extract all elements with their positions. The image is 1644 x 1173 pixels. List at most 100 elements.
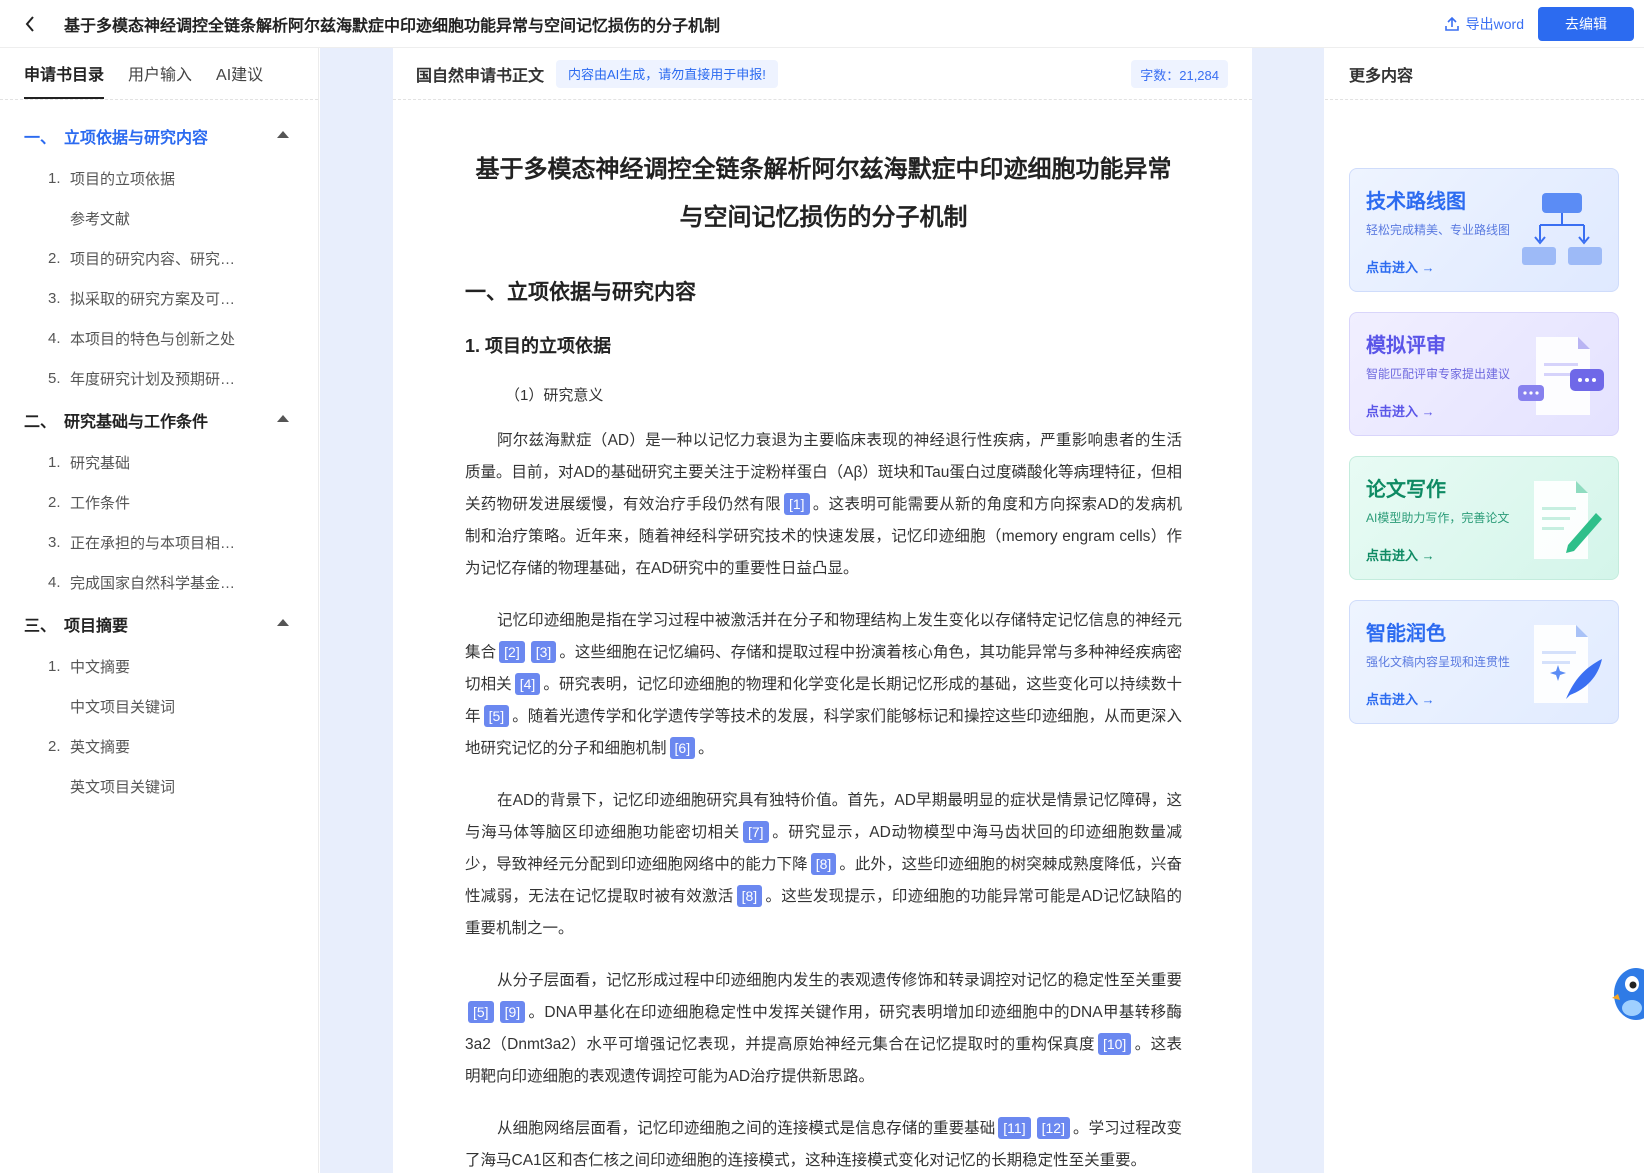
tab-ai-suggestions[interactable]: AI建议 (216, 61, 263, 99)
word-count-badge: 字数：21,284 (1131, 60, 1228, 88)
toc-item-label: 工作条件 (70, 494, 131, 512)
citation-badge[interactable]: [8] (736, 885, 763, 907)
toc-item[interactable]: 4. 本项目的特色与创新之处 (0, 318, 318, 358)
collapse-caret-icon[interactable] (277, 415, 289, 422)
paper-body: 基于多模态神经调控全链条解析阿尔兹海默症中印迹细胞功能异常 与空间记忆损伤的分子… (393, 146, 1252, 1173)
toc-item-label: 拟采取的研究方案及可… (70, 290, 236, 308)
tab-outline[interactable]: 申请书目录 (24, 61, 105, 99)
sidebar-tabs: 申请书目录 用户输入 AI建议 (0, 48, 318, 100)
toc-item[interactable]: 2. 英文摘要 (0, 726, 318, 766)
toc-item-number: 4. (48, 329, 61, 347)
card-description: 强化文稿内容呈现和连贯性 (1366, 655, 1511, 669)
toc-item-number: 2. (48, 493, 61, 511)
card-title: 论文写作 (1366, 479, 1446, 501)
toc-item-label: 年度研究计划及预期研… (70, 370, 236, 388)
toc-item-label: 中文项目关键词 (70, 698, 176, 716)
table-of-contents: 一、 立项依据与研究内容 1. 项目的立项依据 参考文献 2. 项目的研究内容、研究… (0, 100, 318, 806)
toc-item[interactable]: 3. 拟采取的研究方案及可… (0, 278, 318, 318)
toc-section-number: 二、 (24, 414, 57, 431)
toc-section-label: 研究基础与工作条件 (64, 414, 209, 431)
paper-header: 国自然申请书正文 内容由AI生成，请勿直接用于申报! 字数：21,284 (393, 48, 1252, 100)
citation-badge[interactable]: [7] (742, 821, 769, 843)
toc-item-number: 4. (48, 573, 61, 591)
card-link[interactable]: 点击进入 → (1366, 401, 1435, 420)
export-word-label: 导出word (1465, 16, 1524, 32)
heading-level-2: 1. 项目的立项依据 (465, 336, 612, 356)
card-description: 智能匹配评审专家提出建议 (1366, 367, 1511, 381)
toc-item[interactable]: 2. 工作条件 (0, 482, 318, 522)
toc-item-number: 2. (48, 249, 61, 267)
citation-badge[interactable]: [5] (483, 705, 510, 727)
collapse-caret-icon[interactable] (277, 619, 289, 626)
toc-section-2[interactable]: 二、 研究基础与工作条件 (0, 398, 318, 442)
paragraph-text: 。DNA甲基化在印迹细胞稳定性中发挥关键作用，研究表明增加印迹细胞中的DNA甲基… (465, 1004, 1182, 1053)
feather-document-icon (1534, 625, 1602, 703)
top-header: 基于多模态神经调控全链条解析阿尔兹海默症中印迹细胞功能异常与空间记忆损伤的分子机… (0, 0, 1644, 48)
card-link[interactable]: 点击进入 → (1366, 545, 1435, 564)
collapse-caret-icon[interactable] (277, 131, 289, 138)
card-link[interactable]: 点击进入 → (1366, 257, 1435, 276)
toc-item-label: 中文摘要 (70, 658, 131, 676)
citation-badge[interactable]: [11] (998, 1117, 1031, 1139)
ai-notice-badge: 内容由AI生成，请勿直接用于申报! (556, 59, 778, 88)
assistant-mascot-icon[interactable] (1610, 960, 1644, 1024)
toc-item[interactable]: 5. 年度研究计划及预期研… (0, 358, 318, 398)
toc-item[interactable]: 1. 中文摘要 (0, 646, 318, 686)
polish-card[interactable]: 智能润色 强化文稿内容呈现和连贯性 点击进入 → (1349, 600, 1619, 724)
edit-button[interactable]: 去编辑 (1538, 7, 1634, 41)
paper-writing-card[interactable]: 论文写作 AI模型助力写作，完善论文 点击进入 → (1349, 456, 1619, 580)
toc-item[interactable]: 1. 研究基础 (0, 442, 318, 482)
left-sidebar: 申请书目录 用户输入 AI建议 一、 立项依据与研究内容 1. 项目的立项依据 参… (0, 48, 319, 1173)
toc-section-label: 项目摘要 (64, 618, 129, 635)
toc-item[interactable]: 3. 正在承担的与本项目相… (0, 522, 318, 562)
toc-item[interactable]: 英文项目关键词 (0, 766, 318, 806)
toc-item-label: 英文项目关键词 (70, 778, 176, 796)
toc-item-number: 3. (48, 289, 61, 307)
roadmap-card[interactable]: 技术路线图 轻松完成精美、专业路线图 点击进入 → (1349, 168, 1619, 292)
citation-badge[interactable]: [12] (1036, 1117, 1070, 1139)
toc-item[interactable]: 1. 项目的立项依据 (0, 158, 318, 198)
citation-badge[interactable]: [5] (468, 1001, 494, 1023)
citation-badge[interactable]: [4] (514, 673, 541, 695)
paragraph: 记忆印迹细胞是指在学习过程中被激活并在分子和物理结构上发生变化以存储特定记忆信息… (465, 605, 1182, 765)
toc-section-number: 一、 (24, 130, 57, 147)
citation-badge[interactable]: [1] (783, 493, 810, 515)
citation-badge[interactable]: [9] (499, 1001, 526, 1023)
toc-item-number: 1. (48, 657, 61, 675)
toc-item-number: 2. (48, 737, 61, 755)
toc-section-1[interactable]: 一、 立项依据与研究内容 (0, 114, 318, 158)
toc-item-label: 正在承担的与本项目相… (70, 534, 236, 552)
toc-item[interactable]: 4. 完成国家自然科学基金… (0, 562, 318, 602)
flowchart-icon (1522, 193, 1602, 265)
export-word-button[interactable]: 导出word (1444, 13, 1524, 35)
citation-badge[interactable]: [8] (810, 853, 837, 875)
toc-item[interactable]: 参考文献 (0, 198, 318, 238)
citation-badge[interactable]: [10] (1097, 1033, 1132, 1055)
citation-badge[interactable]: [2] (499, 641, 525, 663)
document-title: 基于多模态神经调控全链条解析阿尔兹海默症中印迹细胞功能异常与空间记忆损伤的分子机… (64, 17, 721, 35)
toc-item-number: 5. (48, 369, 61, 387)
back-icon[interactable] (22, 15, 38, 32)
mock-review-card[interactable]: 模拟评审 智能匹配评审专家提出建议 点击进入 → (1349, 312, 1619, 436)
card-link[interactable]: 点击进入 → (1366, 689, 1435, 708)
card-title: 技术路线图 (1366, 191, 1466, 213)
paragraph: 在AD的背景下，记忆印迹细胞研究具有独特价值。首先，AD早期最明显的症状是情景记… (465, 785, 1182, 945)
toc-item[interactable]: 2. 项目的研究内容、研究… (0, 238, 318, 278)
toc-item-label: 参考文献 (70, 210, 131, 228)
pen-document-icon (1534, 481, 1602, 559)
toc-section-3[interactable]: 三、 项目摘要 (0, 602, 318, 646)
card-title: 模拟评审 (1366, 335, 1446, 357)
toc-item-label: 研究基础 (70, 454, 131, 472)
citation-badge[interactable]: [6] (669, 737, 696, 759)
document-paper: 国自然申请书正文 内容由AI生成，请勿直接用于申报! 字数：21,284 基于多… (393, 48, 1252, 1173)
toc-item[interactable]: 中文项目关键词 (0, 686, 318, 726)
toc-item-label: 本项目的特色与创新之处 (70, 330, 236, 348)
citation-badge[interactable]: [3] (530, 641, 557, 663)
toc-item-label: 项目的研究内容、研究… (70, 250, 236, 268)
tab-user-input[interactable]: 用户输入 (128, 61, 192, 99)
title-line: 基于多模态神经调控全链条解析阿尔兹海默症中印迹细胞功能异常 (475, 156, 1172, 183)
toc-item-label: 完成国家自然科学基金… (70, 574, 236, 592)
paragraph: 从分子层面看，记忆形成过程中印迹细胞内发生的表观遗传修饰和转录调控对记忆的稳定性… (465, 965, 1182, 1093)
toc-section-label: 立项依据与研究内容 (64, 130, 209, 147)
toc-section-number: 三、 (24, 618, 57, 635)
